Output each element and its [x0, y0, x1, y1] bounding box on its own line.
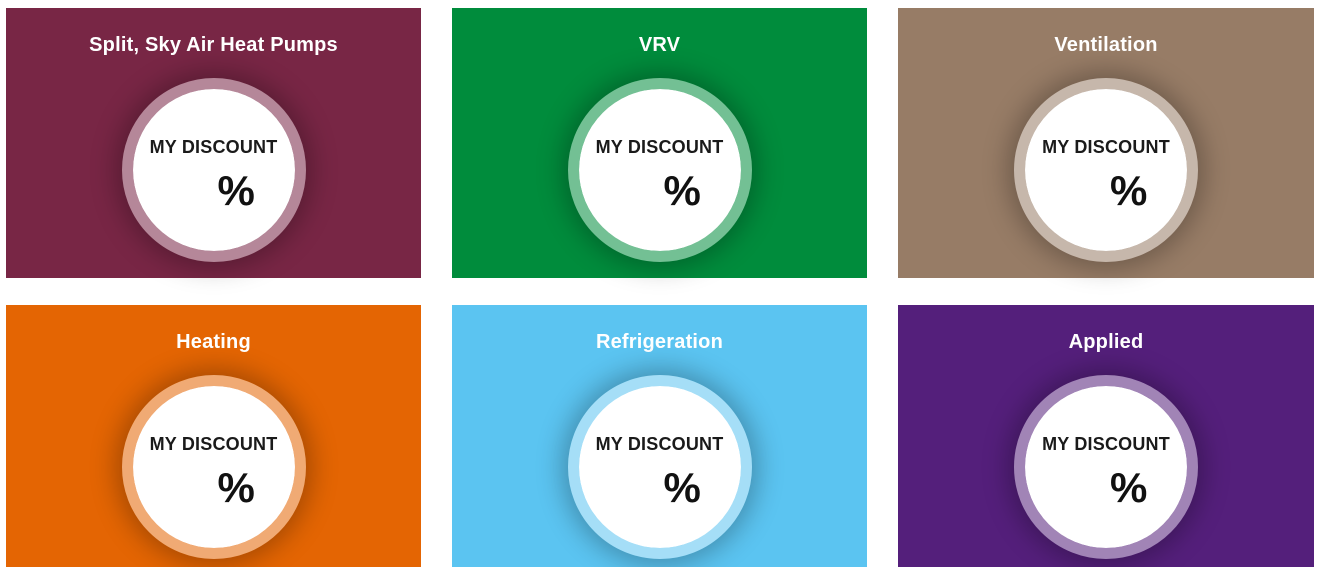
- tile-heating[interactable]: Heating MY DISCOUNT %: [6, 305, 421, 567]
- discount-ring: MY DISCOUNT %: [121, 375, 306, 559]
- discount-ring: MY DISCOUNT %: [1014, 78, 1198, 262]
- discount-label: MY DISCOUNT: [1042, 137, 1170, 157]
- discount-ring: MY DISCOUNT %: [121, 78, 306, 262]
- percent-sign: %: [217, 464, 255, 511]
- tile-ventilation[interactable]: Ventilation MY DISCOUNT %: [898, 8, 1314, 278]
- discount-label: MY DISCOUNT: [1042, 434, 1170, 454]
- discount-ring: MY DISCOUNT %: [567, 375, 752, 559]
- discount-label: MY DISCOUNT: [595, 434, 724, 454]
- percent-sign: %: [217, 167, 255, 214]
- discount-ring: MY DISCOUNT %: [567, 78, 752, 262]
- tile-refrigeration[interactable]: Refrigeration MY DISCOUNT %: [452, 305, 867, 567]
- tile-title: Refrigeration: [595, 331, 724, 353]
- percent-sign: %: [663, 464, 701, 511]
- discount-label: MY DISCOUNT: [595, 137, 724, 157]
- percent-sign: %: [1110, 464, 1148, 511]
- discount-disc: MY DISCOUNT %: [578, 386, 741, 548]
- category-grid: Split, Sky Air Heat Pumps MY DISCOUNT % …: [6, 8, 1314, 567]
- tile-split-sky-air[interactable]: Split, Sky Air Heat Pumps MY DISCOUNT %: [6, 8, 421, 278]
- percent-sign: %: [663, 167, 701, 214]
- discount-disc: MY DISCOUNT %: [132, 89, 295, 251]
- percent-sign: %: [1110, 167, 1148, 214]
- discount-disc: MY DISCOUNT %: [578, 89, 741, 251]
- tile-title: Applied: [1068, 331, 1144, 353]
- discount-disc: MY DISCOUNT %: [1025, 89, 1187, 251]
- tile-title: VRV: [638, 34, 681, 56]
- tile-title: Split, Sky Air Heat Pumps: [89, 34, 338, 56]
- discount-label: MY DISCOUNT: [149, 137, 278, 157]
- discount-input[interactable]: [150, 167, 223, 215]
- discount-input[interactable]: [150, 464, 223, 512]
- discount-disc: MY DISCOUNT %: [1025, 386, 1187, 548]
- discount-label: MY DISCOUNT: [149, 434, 278, 454]
- tile-title: Heating: [176, 331, 251, 353]
- tile-title: Ventilation: [1054, 34, 1158, 56]
- discount-input[interactable]: [596, 167, 669, 215]
- discount-input[interactable]: [1043, 464, 1115, 512]
- tile-applied[interactable]: Applied MY DISCOUNT %: [898, 305, 1314, 567]
- discount-input[interactable]: [596, 464, 669, 512]
- discount-input[interactable]: [1043, 167, 1115, 215]
- tile-vrv[interactable]: VRV MY DISCOUNT %: [452, 8, 867, 278]
- discount-ring: MY DISCOUNT %: [1014, 375, 1198, 559]
- discount-disc: MY DISCOUNT %: [132, 386, 295, 548]
